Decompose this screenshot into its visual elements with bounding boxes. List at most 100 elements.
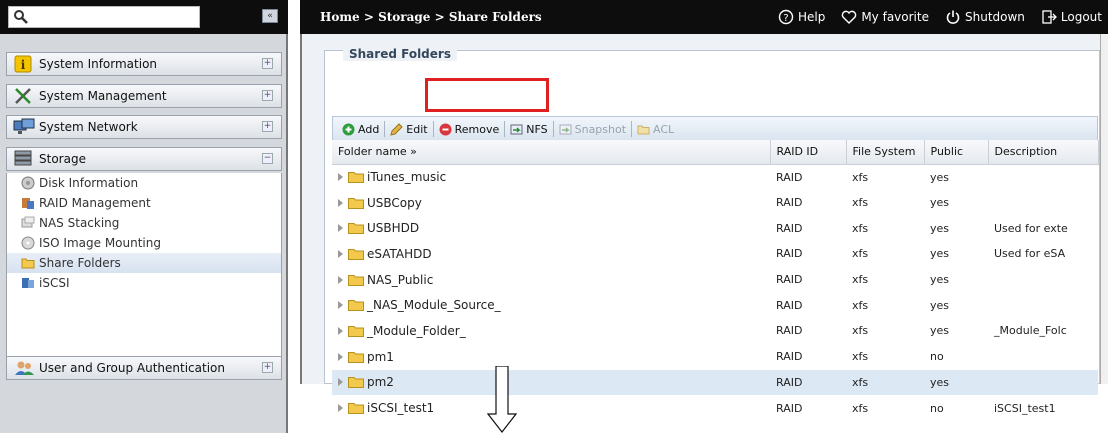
sidebar-panel-label: Storage — [39, 152, 86, 166]
public-cell: yes — [924, 292, 988, 319]
file-system-cell: xfs — [846, 164, 924, 190]
folder-name-label: eSATAHDD — [367, 246, 432, 261]
table-row[interactable]: eSATAHDD RAID xfs yes Used for eSA — [332, 241, 1098, 267]
acl-label: ACL — [653, 122, 675, 136]
search-input[interactable] — [8, 6, 200, 28]
expand-icon[interactable]: + — [262, 90, 273, 101]
add-label: Add — [358, 122, 380, 136]
table-row[interactable]: pm1 RAID xfs no — [332, 343, 1098, 370]
folder-name-label: USBHDD — [367, 221, 420, 236]
add-button[interactable]: Add — [337, 123, 384, 136]
expand-arrow-icon[interactable] — [338, 249, 343, 258]
folder-name-cell[interactable]: _Module_Folder_ — [332, 318, 770, 344]
expand-icon[interactable]: + — [262, 121, 273, 132]
folder-name-label: USBCopy — [367, 195, 422, 210]
folder-name-cell[interactable]: pm2 — [332, 369, 770, 396]
sidebar-item-nas-stacking[interactable]: NAS Stacking — [7, 213, 281, 233]
raid-id-cell: RAID — [770, 395, 846, 421]
users-icon — [13, 359, 35, 377]
public-cell: yes — [924, 241, 988, 267]
folder-name-cell[interactable]: NAS_Public — [332, 266, 770, 293]
table-row[interactable]: pm2 RAID xfs yes — [332, 369, 1098, 396]
sidebar-item-iscsi[interactable]: iSCSI — [7, 273, 281, 293]
sidebar-panel-label: System Information — [39, 57, 158, 71]
tools-icon — [13, 87, 35, 105]
raid-icon — [21, 196, 35, 210]
nfs-icon — [510, 124, 523, 134]
power-icon — [946, 10, 960, 24]
table-row[interactable]: USBCopy RAID xfs yes — [332, 189, 1098, 216]
expand-arrow-icon[interactable] — [338, 352, 343, 361]
collapse-sidebar-button[interactable]: « — [262, 9, 278, 23]
expand-arrow-icon[interactable] — [338, 275, 343, 284]
description-cell — [988, 266, 1098, 293]
column-header-public[interactable]: Public — [924, 140, 989, 165]
table-row[interactable]: iTunes_music RAID xfs yes — [332, 164, 1098, 190]
expand-arrow-icon[interactable] — [338, 173, 343, 182]
folder-icon — [348, 248, 364, 260]
sidebar-item-raid-management[interactable]: RAID Management — [7, 193, 281, 213]
shutdown-link[interactable]: Shutdown — [945, 9, 1025, 25]
nfs-button[interactable]: NFS — [505, 123, 552, 136]
sidebar: i System Information + System Management… — [0, 34, 288, 433]
sidebar-item-share-folders[interactable]: Share Folders — [7, 253, 281, 273]
disk-icon — [21, 176, 35, 190]
folder-name-cell[interactable]: _NAS_Module_Source_ — [332, 292, 770, 319]
expand-arrow-icon[interactable] — [338, 301, 343, 310]
table-row[interactable]: USBHDD RAID xfs yes Used for exte — [332, 215, 1098, 242]
right-edge-scrollbar[interactable] — [1100, 34, 1108, 384]
expand-arrow-icon[interactable] — [338, 404, 343, 413]
description-cell — [988, 189, 1098, 216]
folder-icon — [348, 325, 364, 337]
sidebar-item-disk-information[interactable]: Disk Information — [7, 173, 281, 193]
edit-label: Edit — [406, 122, 428, 136]
folder-icon — [348, 223, 364, 235]
folder-name: USBHDD — [338, 221, 770, 235]
folder-name-cell[interactable]: USBHDD — [332, 215, 770, 242]
top-bar: Home > Storage > Share Folders ? Help My… — [300, 0, 1108, 34]
column-header-folder-name[interactable]: Folder name » — [332, 140, 771, 165]
iscsi-icon — [21, 276, 35, 290]
raid-id-cell: RAID — [770, 343, 846, 370]
collapse-icon[interactable]: − — [262, 153, 273, 164]
folder-name-cell[interactable]: USBCopy — [332, 189, 770, 216]
acl-button[interactable]: ACL — [632, 123, 679, 136]
raid-id-cell: RAID — [770, 266, 846, 293]
public-cell: no — [924, 343, 988, 370]
folder-name-cell[interactable]: iTunes_music — [332, 164, 770, 190]
column-header-raid-id[interactable]: RAID ID — [770, 140, 847, 165]
expand-arrow-icon[interactable] — [338, 326, 343, 335]
help-label: Help — [797, 10, 826, 24]
sidebar-panel-system-information[interactable]: i System Information + — [6, 52, 282, 76]
my-favorite-link[interactable]: My favorite — [841, 9, 929, 25]
sidebar-item-label: iSCSI — [39, 276, 70, 290]
help-link[interactable]: ? Help — [778, 9, 825, 25]
sidebar-panel-system-network[interactable]: System Network + — [6, 115, 282, 139]
expand-arrow-icon[interactable] — [338, 378, 343, 387]
expand-icon[interactable]: + — [262, 58, 273, 69]
sidebar-panel-user-group-authentication[interactable]: User and Group Authentication + — [6, 356, 282, 380]
raid-id-cell: RAID — [770, 164, 846, 190]
edit-button[interactable]: Edit — [385, 123, 432, 136]
table-row[interactable]: _Module_Folder_ RAID xfs yes _Module_Folc — [332, 318, 1098, 344]
folder-icon — [348, 274, 364, 286]
file-system-cell: xfs — [846, 189, 924, 216]
sidebar-item-iso-image-mounting[interactable]: ISO Image Mounting — [7, 233, 281, 253]
sidebar-panel-storage[interactable]: Storage − — [6, 147, 282, 171]
logout-link[interactable]: Logout — [1041, 9, 1102, 25]
expand-arrow-icon[interactable] — [338, 198, 343, 207]
folder-name-cell[interactable]: pm1 — [332, 343, 770, 370]
snapshot-button[interactable]: Snapshot — [554, 123, 631, 136]
remove-icon — [439, 123, 452, 135]
column-header-file-system[interactable]: File System — [846, 140, 925, 165]
table-row[interactable]: iSCSI_test1 RAID xfs no iSCSI_test1 — [332, 395, 1098, 421]
remove-button[interactable]: Remove — [434, 123, 505, 136]
folder-name-cell[interactable]: eSATAHDD — [332, 241, 770, 267]
table-row[interactable]: _NAS_Module_Source_ RAID xfs yes — [332, 292, 1098, 319]
expand-arrow-icon[interactable] — [338, 224, 343, 233]
table-row[interactable]: NAS_Public RAID xfs yes — [332, 266, 1098, 293]
expand-icon[interactable]: + — [262, 362, 273, 373]
sidebar-panel-system-management[interactable]: System Management + — [6, 84, 282, 108]
folder-name-cell[interactable]: iSCSI_test1 — [332, 395, 770, 421]
column-header-description[interactable]: Description — [988, 140, 1099, 165]
